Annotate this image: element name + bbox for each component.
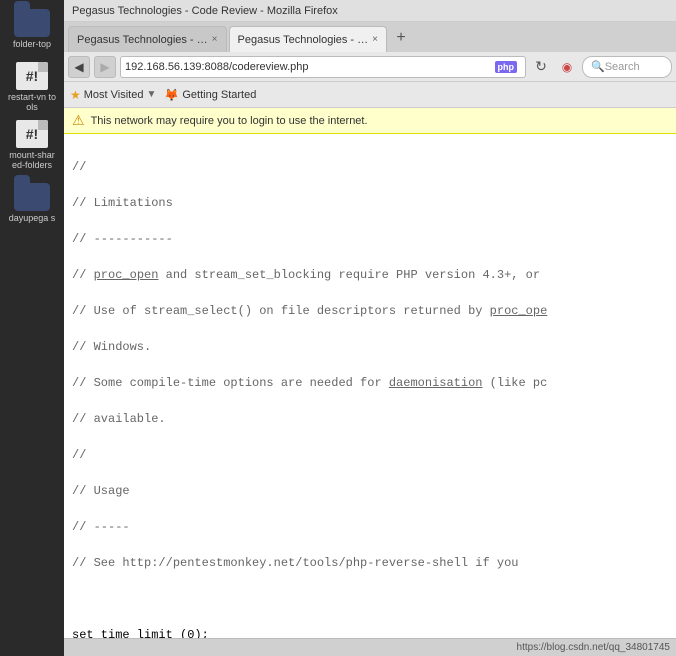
file-icon-restart: #! [16,62,48,90]
star-icon: ★ [70,88,81,102]
firefox-icon: 🦊 [164,88,179,102]
desktop: folder-top #! restart-vn tools #! mount-… [0,0,676,656]
code-line-14: set_time_limit (0); [72,626,668,638]
code-line-9: // [72,446,668,464]
bookmark-getting-started-label: Getting Started [182,89,256,101]
browser-window: Pegasus Technologies - Code Review - Moz… [64,0,676,656]
code-line-2: // Limitations [72,194,668,212]
folder-icon-dayupega [14,183,50,211]
folder-icon [14,9,50,37]
taskbar-icon-mount[interactable]: #! mount-shared-folders [7,120,57,170]
code-content: // // Limitations // ----------- // proc… [64,138,676,638]
code-line-10: // Usage [72,482,668,500]
bookmark-most-visited-label: Most Visited [84,89,144,101]
url-bar[interactable]: 192.168.56.139:8088/codereview.php php [120,56,526,78]
bookmark-getting-started[interactable]: 🦊 Getting Started [164,88,256,102]
code-line-6: // Windows. [72,338,668,356]
code-line-7: // Some compile-time options are needed … [72,374,668,392]
most-visited-arrow: ▼ [146,89,156,100]
file-icon-mount: #! [16,120,48,148]
code-line-13 [72,590,668,608]
stop-button[interactable]: ◉ [556,56,578,78]
code-line-4: // proc_open and stream_set_blocking req… [72,266,668,284]
bookmarks-bar: ★ Most Visited ▼ 🦊 Getting Started [64,82,676,108]
code-line-3: // ----------- [72,230,668,248]
taskbar-label-dayu: folder-top [13,39,51,49]
taskbar-label-restart: restart-vn tools [7,92,57,112]
taskbar-icon-dayupega[interactable]: dayupega s [7,178,57,228]
window-title: Pegasus Technologies - Code Review - Moz… [72,5,338,17]
search-icon: 🔍 [591,60,605,73]
taskbar-label-dayupega: dayupega s [9,213,56,223]
bookmark-most-visited[interactable]: ★ Most Visited ▼ [70,88,156,102]
tab-1-close[interactable]: × [212,34,218,45]
tab-bar: Pegasus Technologies - … × Pegasus Techn… [64,22,676,52]
notification-text: This network may require you to login to… [91,115,368,127]
tab-2-label: Pegasus Technologies - … [238,34,369,46]
taskbar-label-mount: mount-shared-folders [7,150,57,170]
refresh-button[interactable]: ↻ [530,56,552,78]
nav-bar: ◀ ▶ 192.168.56.139:8088/codereview.php p… [64,52,676,82]
code-line-12: // See http://pentestmonkey.net/tools/ph… [72,554,668,572]
php-badge: php [495,61,518,73]
taskbar-icon-dayu[interactable]: folder-top [7,4,57,54]
tab-1-label: Pegasus Technologies - … [77,34,208,46]
new-tab-button[interactable]: + [389,26,413,50]
status-bar: https://blog.csdn.net/qq_34801745 [64,638,676,656]
notification-icon: ⚠ [72,112,85,129]
taskbar-icon-restart[interactable]: #! restart-vn tools [7,62,57,112]
search-input[interactable]: 🔍 Search [582,56,672,78]
search-placeholder: Search [605,61,640,73]
code-line-11: // ----- [72,518,668,536]
status-url: https://blog.csdn.net/qq_34801745 [517,642,670,653]
code-line-5: // Use of stream_select() on file descri… [72,302,668,320]
code-line-1: // [72,158,668,176]
url-text: 192.168.56.139:8088/codereview.php [125,61,495,73]
taskbar: folder-top #! restart-vn tools #! mount-… [0,0,64,656]
tab-2-close[interactable]: × [372,34,378,45]
forward-button[interactable]: ▶ [94,56,116,78]
tab-2[interactable]: Pegasus Technologies - … × [229,26,388,52]
tab-1[interactable]: Pegasus Technologies - … × [68,26,227,52]
notification-bar: ⚠ This network may require you to login … [64,108,676,134]
code-line-8: // available. [72,410,668,428]
code-area: // // Limitations // ----------- // proc… [64,134,676,638]
back-button[interactable]: ◀ [68,56,90,78]
title-bar: Pegasus Technologies - Code Review - Moz… [64,0,676,22]
